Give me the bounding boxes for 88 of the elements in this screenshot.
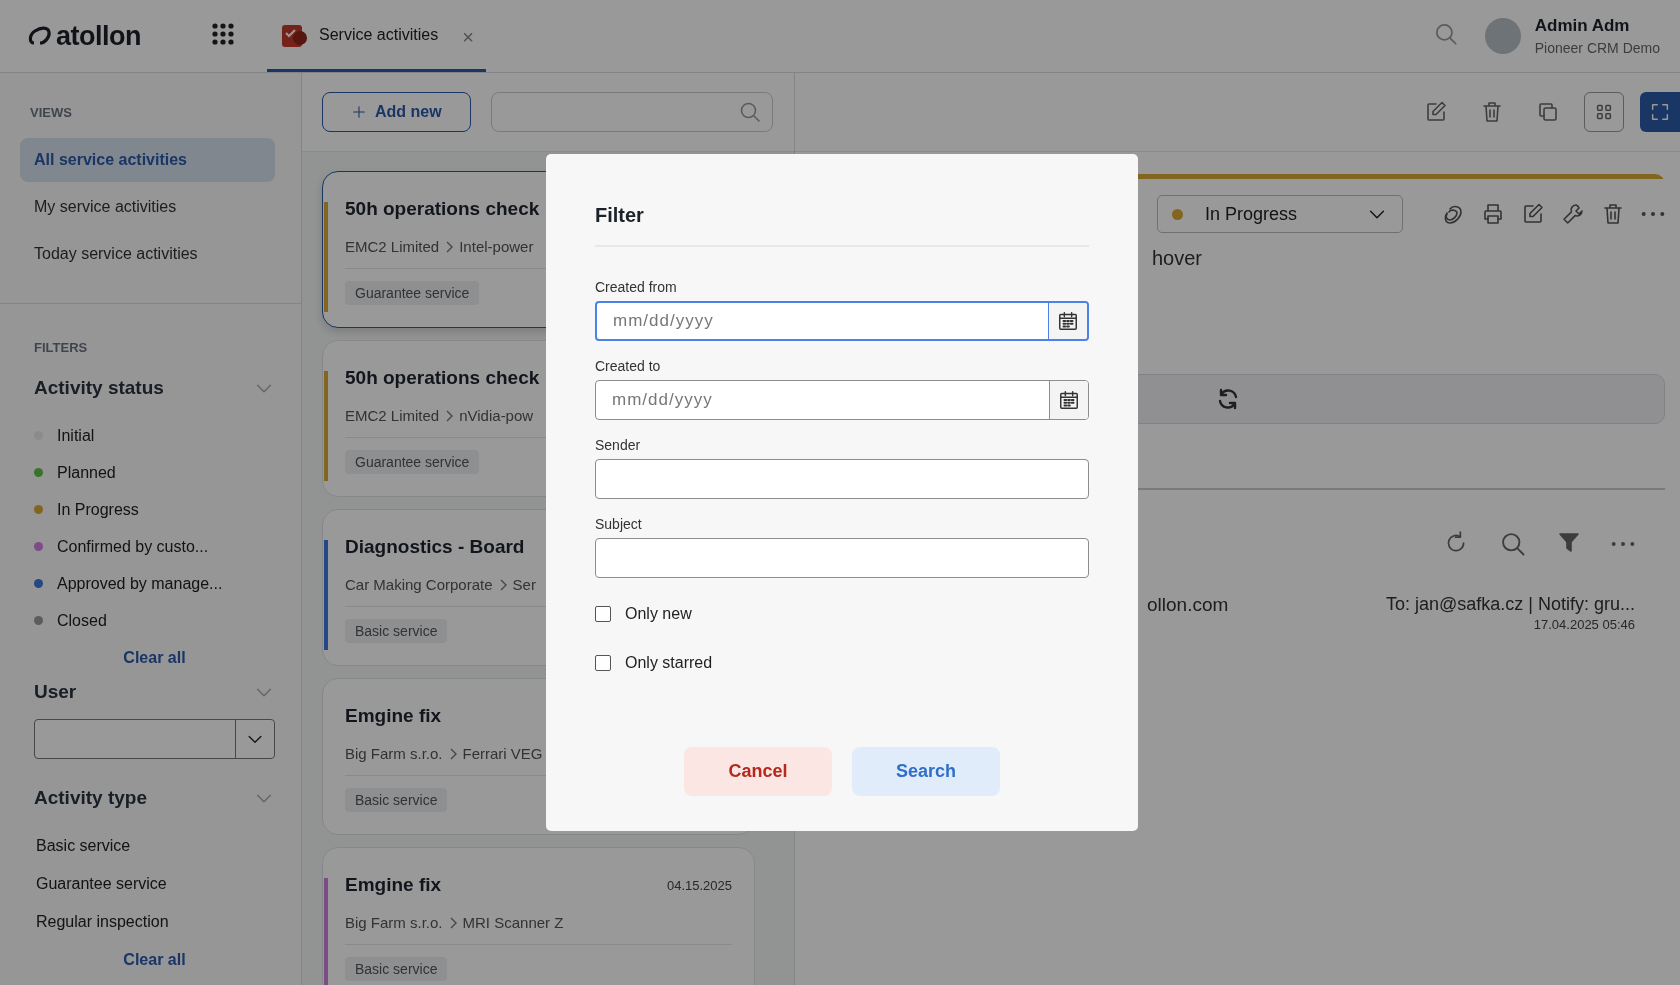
service-type-tag: Basic service: [345, 788, 448, 812]
filter-title[interactable]: Activity status: [34, 377, 164, 399]
card-title: Diagnostics - Board: [345, 536, 525, 558]
field-label: Created from: [595, 279, 678, 295]
refresh-icon: [1216, 387, 1240, 411]
chevron-right-icon: [444, 408, 455, 423]
expand-icon: [1649, 101, 1671, 123]
logo-text[interactable]: atollon: [56, 20, 141, 52]
calendar-button[interactable]: [1048, 303, 1087, 339]
status-filter-item[interactable]: Closed: [57, 611, 107, 630]
wrench-icon: [1561, 202, 1585, 226]
customer-name: EMC2 Limited: [345, 238, 440, 255]
status-filter-item[interactable]: In Progress: [57, 500, 139, 519]
copy-icon: [1536, 100, 1560, 124]
filter-title[interactable]: User: [34, 681, 77, 703]
calendar-icon: [1058, 389, 1080, 411]
text-input-field[interactable]: [595, 538, 1089, 578]
clear-all-link[interactable]: Clear all: [34, 649, 275, 667]
email-sender: ollon.com: [1147, 594, 1229, 616]
view-item[interactable]: All service activities: [20, 138, 275, 182]
fullscreen-button[interactable]: [1640, 92, 1680, 132]
field-label: Sender: [595, 437, 642, 453]
asset-name: nVidia-pow: [459, 407, 534, 424]
activity-card[interactable]: Emgine fix 04.15.2025 Big Farm s.r.o. MRI Scanner Z Basic service: [322, 847, 755, 985]
activity-text: hover: [1151, 246, 1204, 270]
checkbox[interactable]: [595, 654, 611, 671]
clear-all-link[interactable]: Clear all: [34, 951, 275, 969]
service-type-tag: Guarantee service: [345, 281, 480, 305]
asset-name: Ferrari VEG: [462, 745, 543, 762]
checkbox[interactable]: [595, 605, 611, 622]
filter-icon: [1557, 530, 1581, 554]
type-filter-item[interactable]: Guarantee service: [34, 865, 275, 903]
search-field[interactable]: [490, 92, 773, 132]
calendar-button[interactable]: [1049, 381, 1088, 419]
service-type-tag: Basic service: [345, 957, 448, 981]
email-time: 17.04.2025 05:46: [1533, 617, 1635, 632]
status-select[interactable]: In Progress: [1157, 195, 1403, 233]
dialog-title: Filter: [595, 204, 645, 227]
customer-name: Car Making Corporate: [345, 576, 493, 593]
asset-name: Ser: [512, 576, 536, 593]
card-title: 50h operations check: [345, 367, 540, 389]
print-icon: [1481, 202, 1505, 226]
card-title: Emgine fix: [345, 705, 442, 727]
section-label: VIEWS: [30, 105, 73, 120]
customer-name: Big Farm s.r.o.: [345, 745, 443, 762]
edit-icon: [1521, 202, 1545, 226]
organization-name: Pioneer CRM Demo: [1534, 40, 1660, 56]
card-title: Emgine fix: [345, 874, 442, 896]
card-date: 04.15.2025: [666, 877, 732, 893]
service-type-tag: Guarantee service: [345, 450, 480, 474]
cancel-button[interactable]: Cancel: [684, 747, 832, 796]
calendar-icon: [1057, 310, 1079, 332]
user-select[interactable]: [34, 719, 275, 759]
date-input-field[interactable]: mm/dd/yyyy: [595, 380, 1089, 420]
chevron-right-icon: [444, 239, 455, 254]
trash-icon: [1601, 202, 1625, 226]
logo-icon: [28, 25, 52, 47]
filter-title[interactable]: Activity type: [34, 787, 147, 809]
more-icon[interactable]: [1611, 542, 1635, 546]
customer-name: Big Farm s.r.o.: [345, 914, 443, 931]
status-filter-item[interactable]: Approved by manage...: [57, 574, 223, 593]
search-button[interactable]: Search: [852, 747, 1000, 796]
card-title: 50h operations check: [345, 198, 540, 220]
trash-icon: [1480, 100, 1504, 124]
search-icon: [1499, 530, 1527, 558]
date-input-field[interactable]: mm/dd/yyyy: [595, 301, 1089, 341]
status-filter-item[interactable]: Planned: [57, 463, 116, 482]
section-label: FILTERS: [34, 340, 89, 355]
status-filter-item[interactable]: Confirmed by custo...: [57, 537, 209, 556]
view-item[interactable]: My service activities: [20, 185, 275, 229]
edit-icon: [1424, 100, 1448, 124]
asset-name: Intel-power: [459, 238, 534, 255]
field-label: Created to: [595, 358, 662, 374]
grid-view-button[interactable]: [1584, 92, 1624, 132]
email-recipients: To: jan@safka.cz | Notify: gru...: [1385, 594, 1635, 615]
type-filter-item[interactable]: Basic service: [34, 827, 275, 865]
add-new-button[interactable]: Add new: [322, 92, 471, 132]
customer-name: EMC2 Limited: [345, 407, 440, 424]
text-input-field[interactable]: [595, 459, 1089, 499]
checkbox-label[interactable]: Only new: [625, 604, 692, 623]
status-filter-item[interactable]: Initial: [57, 426, 95, 445]
asset-name: MRI Scanner Z: [462, 914, 564, 931]
type-filter-item[interactable]: Regular inspection: [34, 903, 275, 941]
field-label: Subject: [595, 516, 643, 532]
user-name: Admin Adm: [1534, 16, 1631, 36]
plus-icon: [351, 104, 367, 120]
service-type-tag: Basic service: [345, 619, 448, 643]
view-item[interactable]: Today service activities: [20, 232, 275, 276]
